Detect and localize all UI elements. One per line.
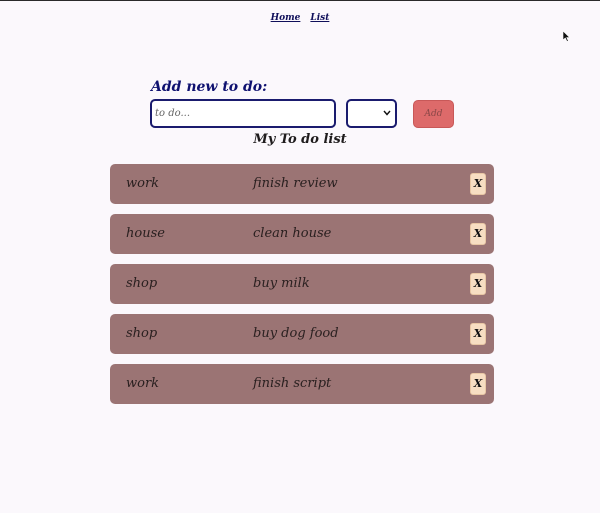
mouse-pointer-icon [563, 31, 571, 42]
todo-task: buy dog food [253, 326, 339, 341]
list-title: My To do list [253, 132, 347, 147]
add-todo-heading: Add new to do: [151, 79, 268, 95]
nav-link-list[interactable]: List [310, 13, 329, 23]
chevron-down-icon [383, 110, 391, 116]
todo-item: work finish script X [110, 364, 494, 404]
todo-task: finish script [253, 376, 332, 391]
todo-list: work finish review X house clean house X… [110, 164, 494, 414]
todo-item: work finish review X [110, 164, 494, 204]
todo-category: shop [126, 326, 158, 341]
add-button[interactable]: Add [413, 100, 454, 128]
delete-button[interactable]: X [470, 173, 486, 195]
top-nav: Home List [0, 13, 600, 23]
todo-item: shop buy milk X [110, 264, 494, 304]
category-select[interactable] [346, 99, 397, 128]
delete-button[interactable]: X [470, 273, 486, 295]
todo-item: shop buy dog food X [110, 314, 494, 354]
delete-button[interactable]: X [470, 223, 486, 245]
todo-task: finish review [253, 176, 338, 191]
todo-task: buy milk [253, 276, 310, 291]
todo-category: house [126, 226, 165, 241]
nav-link-home[interactable]: Home [271, 13, 301, 23]
todo-category: shop [126, 276, 158, 291]
delete-button[interactable]: X [470, 323, 486, 345]
todo-item: house clean house X [110, 214, 494, 254]
todo-category: work [126, 376, 160, 391]
delete-button[interactable]: X [470, 373, 486, 395]
todo-category: work [126, 176, 160, 191]
todo-task: clean house [253, 226, 332, 241]
todo-input[interactable] [150, 99, 336, 128]
